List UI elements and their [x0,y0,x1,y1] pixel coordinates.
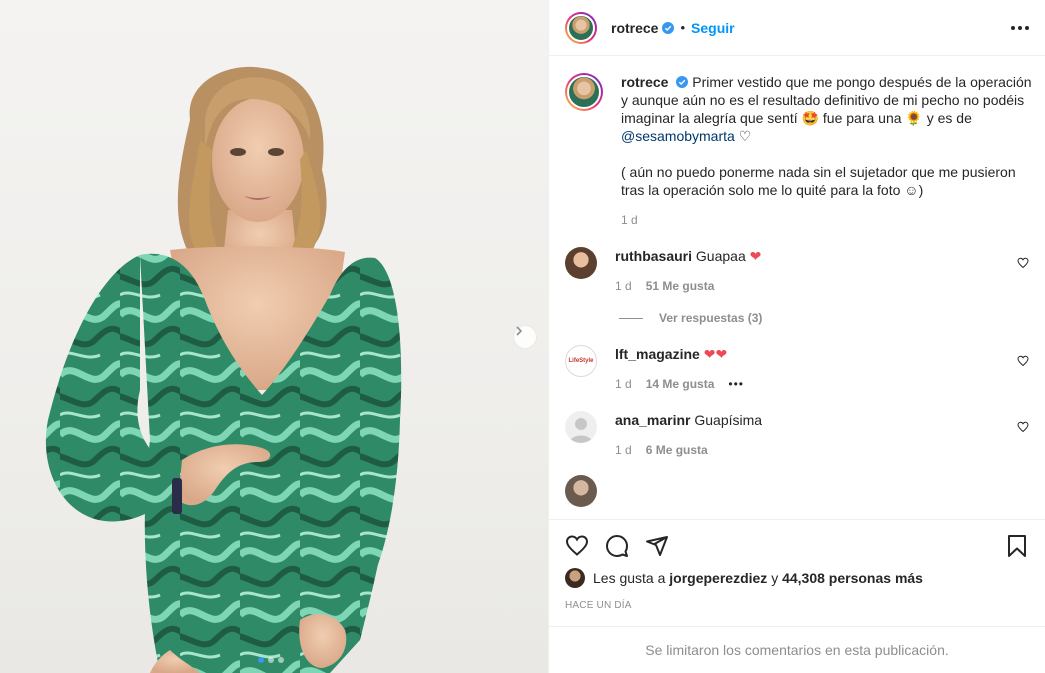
liker-avatar[interactable] [565,568,585,588]
like-comment-heart-icon[interactable] [1017,257,1029,269]
action-icons [549,520,1045,564]
carousel-dot [278,657,284,663]
comment-meta: 1 d 6 Me gusta [615,443,1005,457]
likes-prefix: Les gusta a [593,570,666,586]
red-heart-emoji-icon: ❤ [703,346,716,362]
caption-avatar[interactable] [565,73,603,111]
verified-badge-icon [662,21,675,34]
caption-meta: 1 d [621,213,1041,227]
star-struck-emoji-icon: 🤩 [801,110,819,126]
likes-middle: y [771,570,779,586]
chevron-right-icon [516,326,523,336]
like-heart-icon[interactable] [565,534,589,558]
caption-text-part: fue para una [822,110,902,126]
comment-likes[interactable]: 14 Me gusta [646,377,715,391]
separator-dot: • [680,20,686,35]
more-options-icon[interactable] [1011,25,1029,30]
post-header: rotrece • Seguir [549,0,1045,56]
caption-text: rotrece Primer vestido que me pongo desp… [621,73,1041,199]
comment-bubble-icon[interactable] [605,534,629,558]
commenter-username[interactable]: ruthbasauri [615,248,692,264]
post-side-panel: rotrece • Seguir rotrece Primer vestido … [548,0,1045,673]
comment-likes[interactable]: 51 Me gusta [646,279,715,293]
likes-count-link[interactable]: 44,308 personas más [782,570,923,586]
like-comment-heart-icon[interactable] [1017,421,1029,433]
caption: rotrece Primer vestido que me pongo desp… [565,73,1032,227]
comments-list[interactable]: rotrece Primer vestido que me pongo desp… [549,57,1045,519]
comment-text: Guapísima [694,412,763,428]
post-actions: Les gusta a jorgeperezdiez y 44,308 pers… [549,519,1045,611]
comment-likes[interactable]: 6 Me gusta [646,443,708,457]
follow-button[interactable]: Seguir [691,20,735,36]
like-comment-heart-icon[interactable] [1017,355,1029,367]
caption-time[interactable]: 1 d [621,213,638,227]
commenter-username[interactable]: lft_magazine [615,346,700,362]
comment-item: ruthbasauri Guapaa ❤ 1 d 51 Me gusta Ver… [565,247,1029,325]
comment-time[interactable]: 1 d [615,377,632,391]
commenter-username[interactable]: ana_marinr [615,412,690,428]
comment-meta: 1 d 51 Me gusta [615,279,1005,293]
author-avatar[interactable] [565,11,597,44]
commenter-avatar[interactable] [565,475,597,507]
verified-badge-icon [676,76,689,88]
caption-text-part: y es de [926,110,972,126]
commenter-avatar[interactable]: LifeStyle [565,345,597,377]
comments-limited-notice: Se limitaron los comentarios en esta pub… [549,626,1045,673]
red-heart-emoji-icon: ❤ [749,248,762,264]
comment-text: Guapaa [695,248,746,264]
save-bookmark-icon[interactable] [1005,534,1029,558]
comment-item: ana_marinr Guapísima 1 d 6 Me gusta [565,411,1029,457]
view-replies-label: Ver respuestas (3) [659,311,763,325]
carousel-dot [258,657,264,663]
likes-summary: Les gusta a jorgeperezdiez y 44,308 pers… [549,564,1045,592]
photo-illustration [45,66,402,673]
caption-text-part: ( aún no puedo ponerme nada sin el sujet… [621,164,1016,198]
caption-username[interactable]: rotrece [621,74,668,90]
replies-line [619,317,643,319]
post-time-ago[interactable]: HACE UN DÍA [549,592,1045,611]
comment-meta: 1 d 14 Me gusta ••• [615,377,1005,391]
comment-item-partial [565,475,1029,507]
carousel-dot [268,657,274,663]
white-heart-emoji-icon: ♡ [738,128,752,144]
default-avatar-icon [569,418,593,443]
comment-item: LifeStyle lft_magazine ❤❤ 1 d 14 Me gust… [565,345,1029,391]
commenter-avatar[interactable] [565,247,597,279]
red-heart-emoji-icon: ❤ [715,346,728,362]
liker-username[interactable]: jorgeperezdiez [669,570,767,586]
view-replies-button[interactable]: Ver respuestas (3) [619,311,1029,325]
comment-time[interactable]: 1 d [615,443,632,457]
share-send-icon[interactable] [645,534,669,558]
sunflower-emoji-icon: 🌻 [905,110,923,126]
commenter-avatar[interactable] [565,411,597,443]
carousel-indicator [258,657,284,663]
next-photo-button[interactable] [513,325,537,349]
comment-more-options[interactable]: ••• [728,377,744,391]
comment-time[interactable]: 1 d [615,279,632,293]
author-username[interactable]: rotrece [611,20,658,36]
mention-link[interactable]: @sesamobymarta [621,128,735,144]
post-photo[interactable] [0,0,548,673]
avatar-logo-text: LifeStyle [568,358,594,364]
